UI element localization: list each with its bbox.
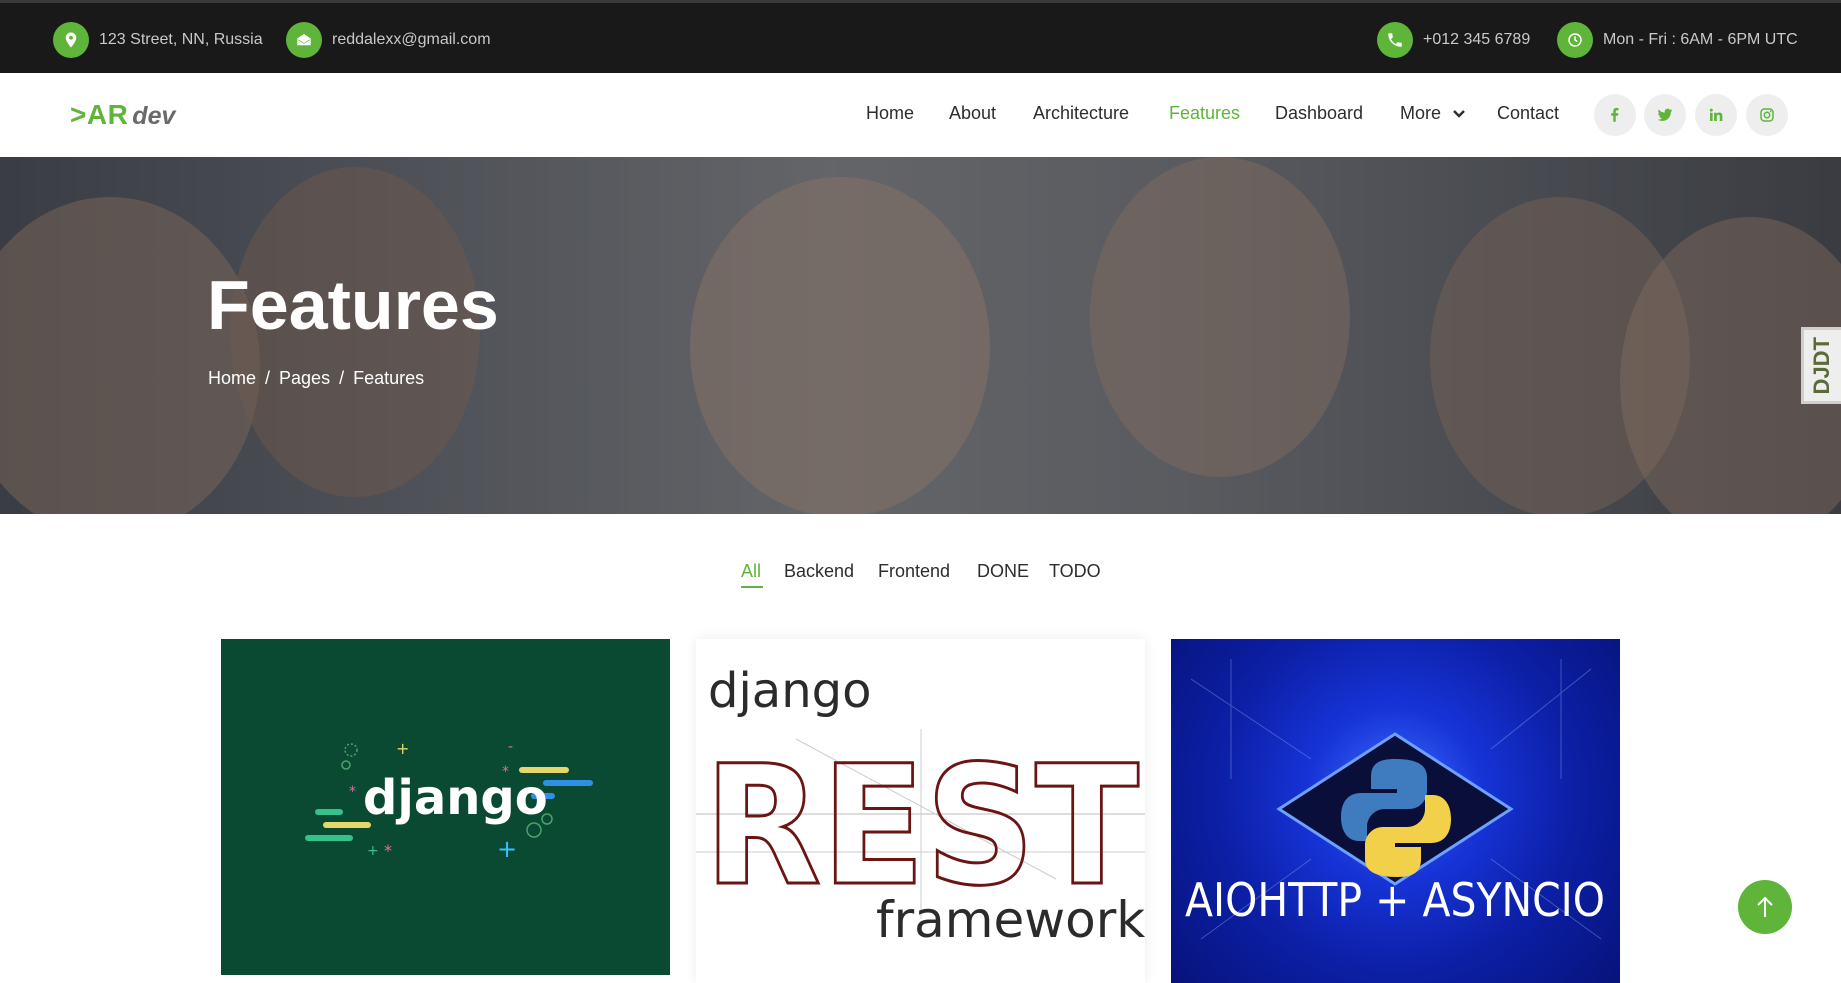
brand-prefix: >AR bbox=[70, 99, 129, 130]
breadcrumb-home[interactable]: Home bbox=[208, 368, 256, 389]
linkedin-icon[interactable] bbox=[1695, 94, 1737, 136]
nav-dashboard[interactable]: Dashboard bbox=[1275, 103, 1363, 124]
breadcrumb-pages[interactable]: Pages bbox=[279, 368, 330, 389]
brand-suffix: dev bbox=[132, 102, 176, 130]
nav-more-label: More bbox=[1400, 103, 1442, 123]
debug-toolbar-handle[interactable]: DJDT bbox=[1801, 327, 1841, 404]
svg-text:+: + bbox=[497, 835, 517, 863]
drf-logo-image: django REST framework bbox=[696, 663, 1145, 949]
email-info: reddalexx@gmail.com bbox=[286, 22, 491, 58]
breadcrumb-current: Features bbox=[353, 368, 425, 388]
breadcrumb: Home / Pages / Features bbox=[208, 368, 424, 389]
breadcrumb-separator: / bbox=[265, 368, 271, 388]
nav-architecture[interactable]: Architecture bbox=[1033, 103, 1129, 124]
chevron-down-icon bbox=[1453, 110, 1465, 118]
svg-text:+: + bbox=[367, 843, 379, 859]
phone-info: +012 345 6789 bbox=[1377, 22, 1530, 58]
feature-card-aiohttp[interactable]: AIOHTTP + ASYNCIO bbox=[1171, 639, 1620, 983]
hours-text: Mon - Fri : 6AM - 6PM UTC bbox=[1603, 31, 1798, 48]
django-logo-text: django bbox=[363, 770, 548, 826]
debug-toolbar-label: DJDT bbox=[1809, 337, 1834, 395]
nav-home[interactable]: Home bbox=[866, 103, 914, 124]
feature-card-drf[interactable]: django REST framework bbox=[696, 639, 1145, 983]
address-text: 123 Street, NN, Russia bbox=[99, 31, 263, 48]
map-marker-icon bbox=[53, 22, 89, 58]
filter-active-underline bbox=[741, 586, 763, 588]
svg-text:+: + bbox=[396, 739, 409, 758]
phone-text[interactable]: +012 345 6789 bbox=[1423, 31, 1530, 49]
phone-icon bbox=[1377, 22, 1413, 58]
hours-info: Mon - Fri : 6AM - 6PM UTC bbox=[1557, 22, 1798, 58]
top-info-bar: 123 Street, NN, Russia reddalexx@gmail.c… bbox=[0, 0, 1841, 73]
facebook-icon[interactable] bbox=[1594, 94, 1636, 136]
svg-text:*: * bbox=[384, 841, 392, 860]
drf-top-text: django bbox=[708, 663, 871, 719]
breadcrumb-separator: / bbox=[339, 368, 345, 388]
arrow-up-icon bbox=[1757, 896, 1773, 917]
instagram-icon[interactable] bbox=[1746, 94, 1788, 136]
page-header-hero: Features Home / Pages / Features DJDT bbox=[0, 157, 1841, 514]
envelope-icon bbox=[286, 22, 322, 58]
filter-done[interactable]: DONE bbox=[977, 561, 1029, 582]
nav-more[interactable]: More bbox=[1400, 103, 1465, 124]
django-logo-image: + - * * * + + django bbox=[305, 739, 593, 863]
aiohttp-caption: AIOHTTP + ASYNCIO bbox=[1185, 873, 1605, 927]
nav-contact[interactable]: Contact bbox=[1497, 103, 1559, 124]
svg-text:*: * bbox=[349, 784, 356, 800]
address-info: 123 Street, NN, Russia bbox=[53, 22, 263, 58]
nav-features[interactable]: Features bbox=[1169, 103, 1240, 124]
filter-backend[interactable]: Backend bbox=[784, 561, 854, 582]
filter-frontend[interactable]: Frontend bbox=[878, 561, 950, 582]
aiohttp-asyncio-image: AIOHTTP + ASYNCIO bbox=[1185, 659, 1605, 940]
back-to-top-button[interactable] bbox=[1738, 880, 1792, 934]
drf-bottom-text: framework bbox=[876, 891, 1145, 949]
email-text[interactable]: reddalexx@gmail.com bbox=[332, 31, 491, 49]
clock-icon bbox=[1557, 22, 1593, 58]
main-navbar: >AR dev Home About Architecture Features… bbox=[0, 73, 1841, 157]
feature-card-django[interactable]: + - * * * + + django bbox=[221, 639, 670, 975]
filter-todo[interactable]: TODO bbox=[1049, 561, 1101, 582]
twitter-icon[interactable] bbox=[1644, 94, 1686, 136]
filter-all[interactable]: All bbox=[741, 561, 761, 582]
brand-logo[interactable]: >AR dev bbox=[70, 99, 175, 133]
svg-text:-: - bbox=[508, 739, 513, 755]
nav-about[interactable]: About bbox=[949, 103, 996, 124]
page-title: Features bbox=[207, 266, 499, 344]
